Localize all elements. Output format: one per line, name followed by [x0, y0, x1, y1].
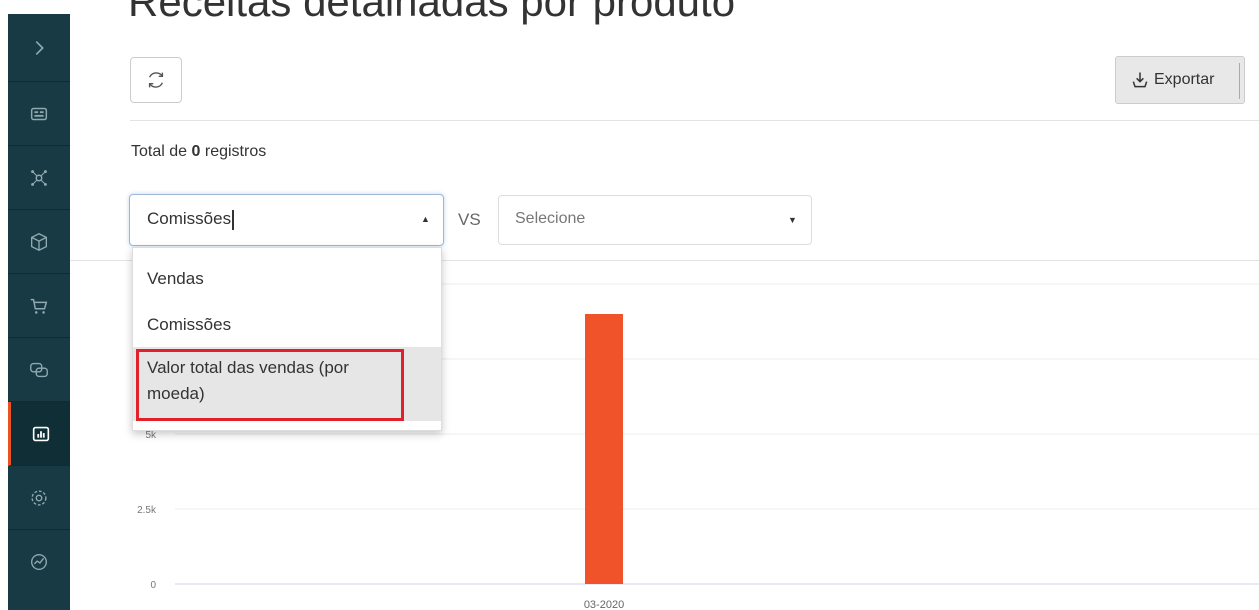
bar	[585, 314, 623, 584]
x-tick-label: 03-2020	[584, 599, 624, 610]
y-tick-label: 5k	[145, 430, 157, 441]
y-tick-label: 2.5k	[137, 505, 157, 516]
y-tick-label: 0	[150, 580, 156, 591]
option-valor-total[interactable]: Valor total das vendas (por moeda)	[133, 347, 441, 421]
highlight-annotation	[136, 349, 404, 421]
option-comissoes[interactable]: Comissões	[133, 310, 441, 340]
option-vendas[interactable]: Vendas	[133, 264, 441, 294]
metric-dropdown-menu: Vendas Comissões Valor total das vendas …	[132, 247, 442, 431]
